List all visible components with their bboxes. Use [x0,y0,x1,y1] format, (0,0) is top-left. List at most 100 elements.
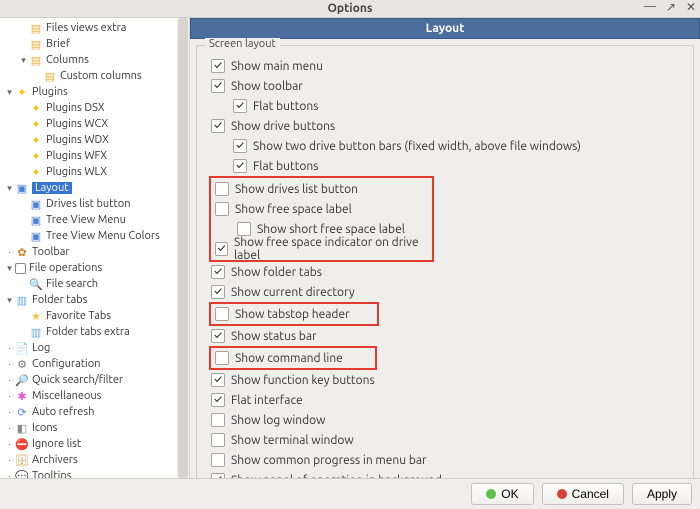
option-row: Show terminal window [203,430,687,450]
tree-item-log[interactable]: ·📄Log [0,340,189,356]
tree-item-tree-view-menu-colors[interactable]: ·▣Tree View Menu Colors [0,228,189,244]
minimize-icon[interactable]: — [644,0,656,14]
layout-icon: ▣ [29,229,43,243]
checkbox[interactable] [215,202,229,216]
option-label: Show short free space label [257,223,405,236]
checkbox[interactable] [211,373,225,387]
tree-item-auto-refresh[interactable]: ·⟳Auto refresh [0,404,189,420]
option-row: Show toolbar [203,76,687,96]
tree-item-label: Folder tabs extra [46,326,130,338]
tabs-icon: ▥ [29,325,43,339]
tree-bullet-icon[interactable]: · [4,343,15,353]
ok-label: OK [501,487,518,501]
checkbox[interactable] [233,159,247,173]
tree-scrollbar[interactable] [177,18,189,478]
tree-item-brief[interactable]: ·▤Brief [0,36,189,52]
collapse-icon[interactable]: ▾ [4,87,15,98]
tree-item-archivers[interactable]: ·🗄Archivers [0,452,189,468]
checkbox[interactable] [215,182,229,196]
checkbox[interactable] [215,242,228,256]
checkbox[interactable] [211,265,225,279]
checkbox[interactable] [211,433,225,447]
checkbox[interactable] [211,413,225,427]
tree-item-toolbar[interactable]: ·✿Toolbar [0,244,189,260]
collapse-icon[interactable]: ▾ [18,55,29,66]
option-label: Flat interface [231,394,303,407]
checkbox[interactable] [211,393,225,407]
checkbox[interactable] [211,119,225,133]
tree-item-plugins-wfx[interactable]: ·✦Plugins WFX [0,148,189,164]
option-label: Flat buttons [253,160,318,173]
tree-bullet-icon[interactable]: · [4,359,15,369]
tree-item-miscellaneous[interactable]: ·✱Miscellaneous [0,388,189,404]
tree-item-folder-tabs-extra[interactable]: ·▥Folder tabs extra [0,324,189,340]
tree-bullet-icon[interactable]: · [4,391,15,401]
tree-item-file-operations[interactable]: ▾File operations [0,260,189,276]
tree-item-tree-view-menu[interactable]: ·▣Tree View Menu [0,212,189,228]
tree-item-custom-columns[interactable]: ·▤Custom columns [0,68,189,84]
archive-icon: 🗄 [15,453,29,467]
close-icon[interactable]: ✕ [686,0,696,14]
option-label: Show status bar [231,330,317,343]
option-label: Show command line [235,352,343,365]
tree-item-label: Quick search/filter [32,374,123,386]
checkbox[interactable] [233,99,247,113]
collapse-icon[interactable]: ▾ [4,183,15,194]
tree-item-favorite-tabs[interactable]: ·★Favorite Tabs [0,308,189,324]
collapse-icon[interactable]: ▾ [4,263,15,274]
tree-item-configuration[interactable]: ·⚙Configuration [0,356,189,372]
tree-item-layout[interactable]: ▾▣Layout [0,180,189,196]
tree-item-plugins-wdx[interactable]: ·✦Plugins WDX [0,132,189,148]
checkbox[interactable] [211,59,225,73]
tree-item-ignore-list[interactable]: ·⛔Ignore list [0,436,189,452]
screen-layout-group: Screen layout Show main menuShow toolbar… [196,45,694,478]
tree-item-files-views-extra[interactable]: ·▤Files views extra [0,20,189,36]
tree-item-plugins[interactable]: ▾✦Plugins [0,84,189,100]
tree-item-label: Layout [32,182,72,194]
tree-bullet-icon[interactable]: · [4,375,15,385]
tree-item-label: Plugins WFX [46,150,107,162]
option-label: Show free space label [235,203,352,216]
option-row: Show function key buttons [203,370,687,390]
tree-bullet-icon[interactable]: · [4,439,15,449]
ok-button[interactable]: OK [471,483,533,505]
tree-item-label: Columns [46,54,89,66]
maximize-icon[interactable]: ↗ [666,0,676,14]
tree-item-plugins-wlx[interactable]: ·✦Plugins WLX [0,164,189,180]
tree-item-file-search[interactable]: ·🔍File search [0,276,189,292]
tree-item-label: Tree View Menu [46,214,126,226]
checkbox[interactable] [215,307,229,321]
tree-item-columns[interactable]: ▾▤Columns [0,52,189,68]
tree-item-plugins-dsx[interactable]: ·✦Plugins DSX [0,100,189,116]
checkbox[interactable] [211,329,225,343]
tree-item-quick-search-filter[interactable]: ·🔎Quick search/filter [0,372,189,388]
tree-item-icons[interactable]: ·◧Icons [0,420,189,436]
tree-item-tooltips[interactable]: ·💬Tooltips [0,468,189,478]
checkbox[interactable] [237,222,251,236]
tree-item-label: Toolbar [32,246,70,258]
tree-bullet-icon[interactable]: · [4,247,15,257]
option-label: Show drives list button [235,183,358,196]
checkbox[interactable] [233,139,247,153]
tree-bullet-icon[interactable]: · [4,423,15,433]
checkbox[interactable] [215,351,229,365]
tooltip-icon: 💬 [15,469,29,478]
category-tree[interactable]: ·▤Files views extra·▤Brief▾▤Columns·▤Cus… [0,18,189,478]
fileop-icon [15,263,26,274]
tree-item-plugins-wcx[interactable]: ·✦Plugins WCX [0,116,189,132]
main-area: ·▤Files views extra·▤Brief▾▤Columns·▤Cus… [0,18,700,478]
cancel-button[interactable]: Cancel [542,483,624,505]
tree-bullet-icon[interactable]: · [4,407,15,417]
collapse-icon[interactable]: ▾ [4,295,15,306]
checkbox[interactable] [211,79,225,93]
puzzle-icon: ✦ [29,133,43,147]
checkbox[interactable] [211,285,225,299]
layout-icon: ▣ [15,181,29,195]
tree-item-folder-tabs[interactable]: ▾▥Folder tabs [0,292,189,308]
apply-button[interactable]: Apply [632,483,692,505]
tree-bullet-icon[interactable]: · [4,471,15,478]
tree-bullet-icon[interactable]: · [4,455,15,465]
tree-item-drives-list-button[interactable]: ·▣Drives list button [0,196,189,212]
checkbox[interactable] [211,453,225,467]
puzzle-icon: ✦ [15,85,29,99]
